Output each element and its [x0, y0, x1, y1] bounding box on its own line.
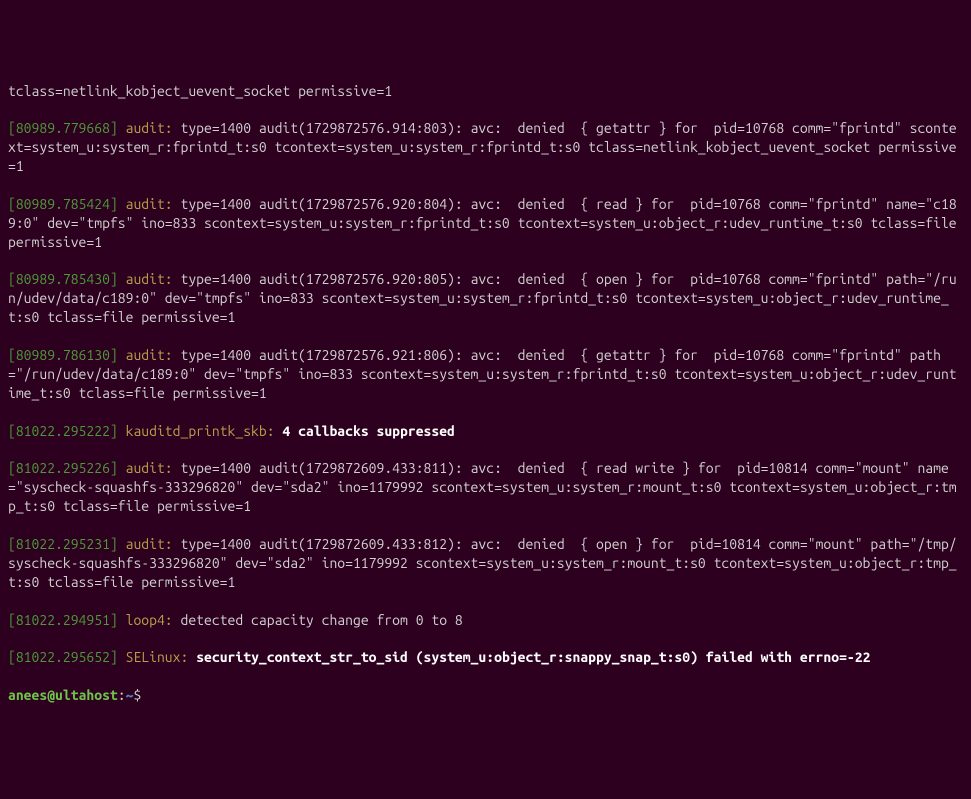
log-line: tclass=netlink_kobject_uevent_socket per… [8, 82, 963, 101]
prompt-at: @ [47, 687, 55, 703]
prompt-dollar: $ [133, 687, 149, 703]
timestamp: [80989.785424] [8, 196, 118, 212]
loop-tag: loop4: [126, 612, 173, 628]
timestamp: [81022.294951] [8, 612, 118, 628]
log-line: [81022.295222] kauditd_printk_skb: 4 cal… [8, 422, 963, 441]
audit-tag: audit: [126, 196, 173, 212]
prompt-host: ultahost [55, 687, 118, 703]
audit-tag: audit: [126, 271, 173, 287]
timestamp: [81022.295222] [8, 423, 118, 439]
prompt-path: ~ [126, 687, 134, 703]
log-line: [80989.785430] audit: type=1400 audit(17… [8, 270, 963, 327]
timestamp: [81022.295226] [8, 460, 118, 476]
log-line: [80989.779668] audit: type=1400 audit(17… [8, 119, 963, 176]
log-line: [81022.295226] audit: type=1400 audit(17… [8, 459, 963, 516]
audit-tag: audit: [126, 347, 173, 363]
log-text-bold: security_context_str_to_sid (system_u:ob… [196, 649, 870, 665]
timestamp: [80989.779668] [8, 120, 118, 136]
timestamp: [81022.295652] [8, 649, 118, 665]
log-line: [81022.294951] loop4: detected capacity … [8, 611, 963, 630]
log-line: [80989.785424] audit: type=1400 audit(17… [8, 195, 963, 252]
prompt-user: anees [8, 687, 47, 703]
selinux-tag: SELinux: [126, 649, 189, 665]
timestamp: [80989.785430] [8, 271, 118, 287]
timestamp: [81022.295231] [8, 536, 118, 552]
log-text-bold: 4 callbacks suppressed [282, 423, 454, 439]
log-text: detected capacity change from 0 to 8 [173, 612, 463, 628]
audit-tag: audit: [126, 460, 173, 476]
log-line: [80989.786130] audit: type=1400 audit(17… [8, 346, 963, 403]
audit-tag: audit: [126, 120, 173, 136]
log-line: [81022.295231] audit: type=1400 audit(17… [8, 535, 963, 592]
audit-tag: audit: [126, 536, 173, 552]
prompt-line[interactable]: anees@ultahost:~$ [8, 686, 963, 705]
kauditd-tag: kauditd_printk_skb: [126, 423, 275, 439]
timestamp: [80989.786130] [8, 347, 118, 363]
prompt-colon: : [118, 687, 126, 703]
log-line: [81022.295652] SELinux: security_context… [8, 648, 963, 667]
